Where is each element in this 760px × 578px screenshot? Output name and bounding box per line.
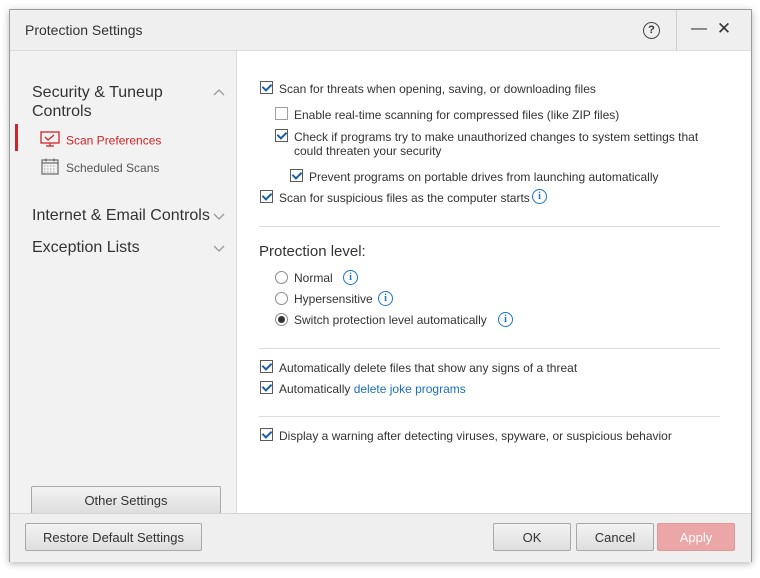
compressed-files-label: Enable real-time scanning for compressed… <box>294 108 620 122</box>
cancel-button[interactable]: Cancel <box>576 523 654 551</box>
title-separator <box>676 10 677 50</box>
info-icon[interactable]: i <box>532 189 547 204</box>
unauthorized-changes-checkbox[interactable] <box>275 129 288 142</box>
sidebar-item-label: Scan Preferences <box>66 133 162 148</box>
compressed-files-checkbox[interactable] <box>275 107 288 120</box>
divider <box>259 416 720 417</box>
chevron-up-icon[interactable] <box>213 85 225 99</box>
other-settings-button[interactable]: Other Settings <box>31 486 221 514</box>
ok-button[interactable]: OK <box>493 523 571 551</box>
delete-threats-checkbox[interactable] <box>260 360 273 373</box>
sidebar-item-scheduled-scans[interactable]: Scheduled Scans <box>40 158 159 178</box>
normal-radio[interactable] <box>275 271 288 284</box>
sidebar-item-scan-preferences[interactable]: Scan Preferences <box>40 131 161 150</box>
startup-scan-label: Scan for suspicious files as the compute… <box>279 191 530 205</box>
display-warning-label: Display a warning after detecting viruse… <box>279 429 672 443</box>
chevron-down-icon[interactable] <box>213 210 225 224</box>
delete-joke-checkbox[interactable] <box>260 381 273 394</box>
apply-button[interactable]: Apply <box>657 523 735 551</box>
display-warning-checkbox[interactable] <box>260 428 273 441</box>
info-icon[interactable]: i <box>378 291 393 306</box>
unauthorized-changes-label: Check if programs try to make unauthoriz… <box>294 130 699 158</box>
protection-settings-window: Protection Settings ? — ✕ Security & Tun… <box>9 9 752 562</box>
sidebar-item-label: Scheduled Scans <box>66 161 160 175</box>
switch-auto-radio[interactable] <box>275 313 288 326</box>
minimize-icon[interactable]: — <box>689 16 709 42</box>
info-icon[interactable]: i <box>343 270 358 285</box>
open-save-download-checkbox[interactable] <box>260 81 273 94</box>
divider <box>259 348 720 349</box>
delete-joke-prefix: Automatically <box>279 382 354 396</box>
startup-scan-checkbox[interactable] <box>260 190 273 203</box>
restore-default-settings-button[interactable]: Restore Default Settings <box>25 523 202 551</box>
calendar-icon <box>40 158 60 178</box>
divider <box>259 226 720 227</box>
scan-preferences-panel: Scan for threats when opening, saving, o… <box>237 51 751 513</box>
delete-threats-label: Automatically delete files that show any… <box>279 361 578 375</box>
delete-joke-programs-link[interactable]: delete joke programs <box>354 382 466 396</box>
sidebar: Security & Tuneup Controls Scan Preferen… <box>10 51 237 514</box>
chevron-down-icon[interactable] <box>213 242 225 256</box>
hypersensitive-label: Hypersensitive <box>294 292 373 306</box>
window-title: Protection Settings <box>25 22 143 38</box>
sidebar-group-security-tuneup[interactable]: Security & Tuneup Controls <box>32 83 163 121</box>
close-icon[interactable]: ✕ <box>714 16 734 42</box>
switch-auto-label: Switch protection level automatically <box>294 313 487 327</box>
monitor-icon <box>40 131 60 150</box>
protection-level-title: Protection level: <box>259 243 366 260</box>
hypersensitive-radio[interactable] <box>275 292 288 305</box>
footer-bar: Restore Default Settings OK Cancel Apply <box>10 513 751 562</box>
portable-drives-checkbox[interactable] <box>290 169 303 182</box>
title-bar: Protection Settings ? — ✕ <box>10 10 751 51</box>
sidebar-group-internet-email[interactable]: Internet & Email Controls <box>32 206 210 225</box>
portable-drives-label: Prevent programs on portable drives from… <box>309 170 659 184</box>
sidebar-group-exception-lists[interactable]: Exception Lists <box>32 238 140 257</box>
active-indicator <box>15 124 18 151</box>
help-icon[interactable]: ? <box>643 22 660 39</box>
delete-joke-label: Automatically delete joke programs <box>279 382 466 396</box>
info-icon[interactable]: i <box>498 312 513 327</box>
normal-label: Normal <box>294 271 333 285</box>
open-save-download-label: Scan for threats when opening, saving, o… <box>279 82 596 96</box>
